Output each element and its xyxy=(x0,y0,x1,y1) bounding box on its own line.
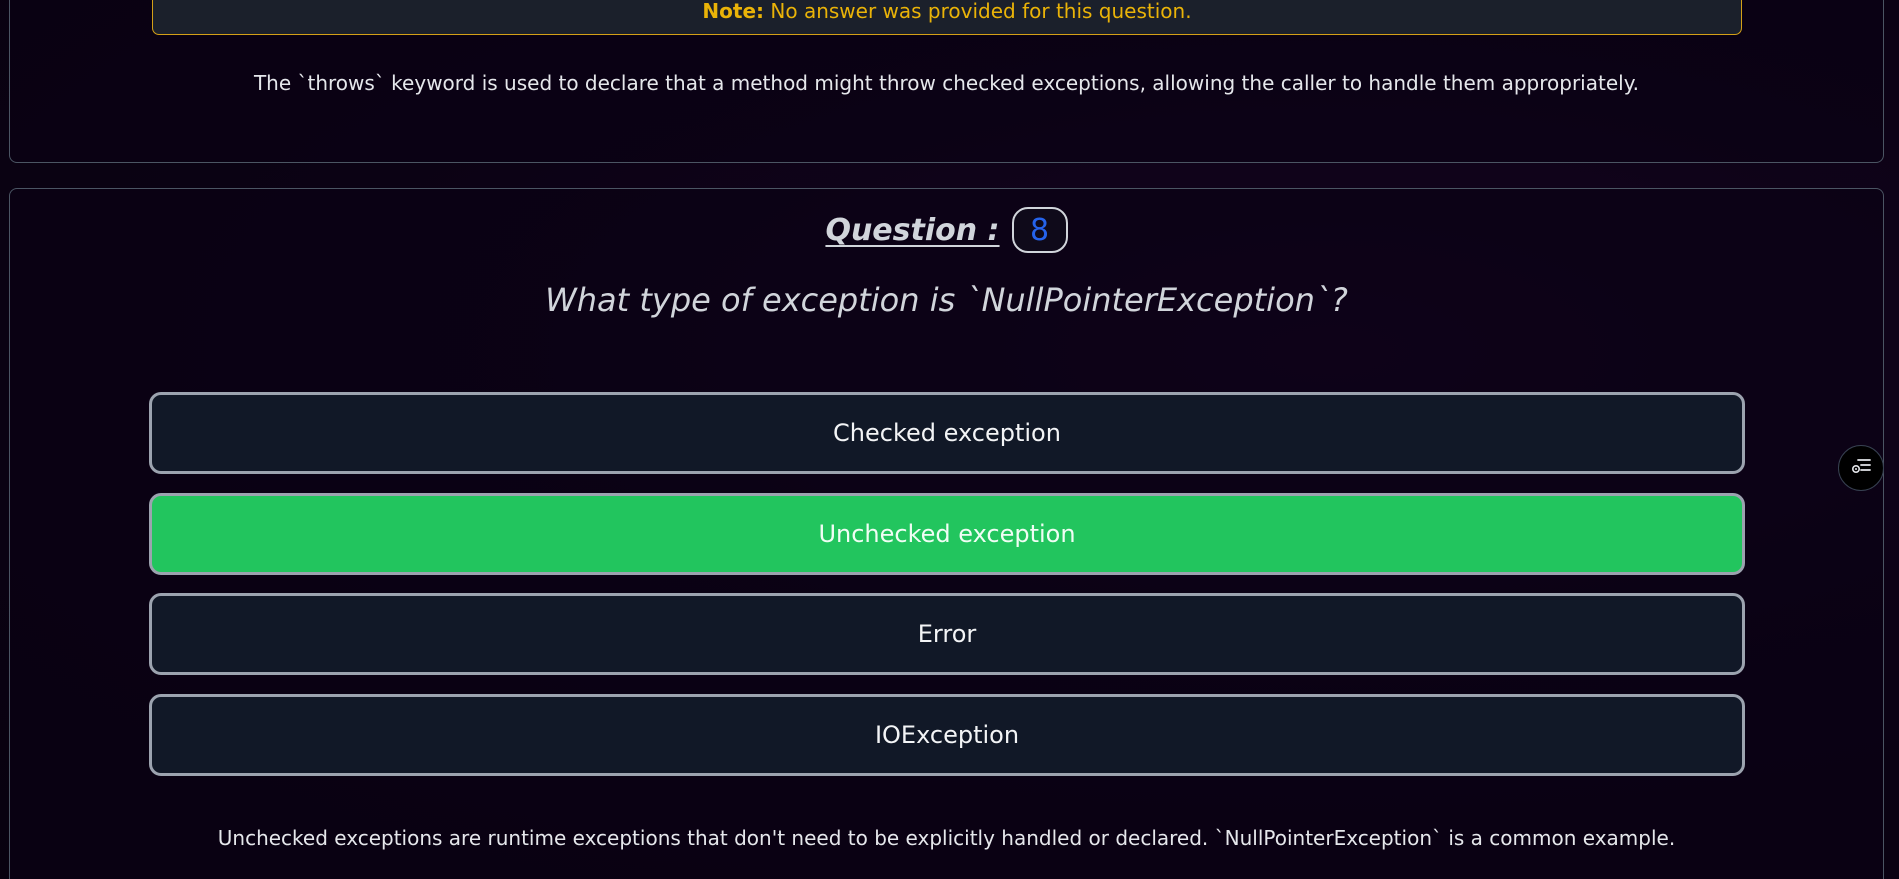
option-error[interactable]: Error xyxy=(149,593,1745,675)
previous-explanation: The `throws` keyword is used to declare … xyxy=(253,71,1640,95)
note-text: No answer was provided for this question… xyxy=(764,0,1192,23)
previous-question-card: Note: No answer was provided for this qu… xyxy=(9,0,1884,163)
option-unchecked-exception[interactable]: Unchecked exception xyxy=(149,493,1745,575)
question-number-badge: 8 xyxy=(1011,207,1068,253)
question-text: What type of exception is `NullPointerEx… xyxy=(545,281,1348,319)
question-list-button[interactable] xyxy=(1838,445,1884,491)
question-card: Question : 8 What type of exception is `… xyxy=(9,188,1884,879)
no-answer-note: Note: No answer was provided for this qu… xyxy=(152,0,1742,35)
question-label: Question : xyxy=(825,212,1000,248)
option-checked-exception[interactable]: Checked exception xyxy=(149,392,1745,474)
question-header: Question : 8 xyxy=(10,207,1883,253)
note-label: Note: xyxy=(702,0,765,23)
list-settings-icon xyxy=(1850,455,1872,481)
option-ioexception[interactable]: IOException xyxy=(149,694,1745,776)
question-explanation: Unchecked exceptions are runtime excepti… xyxy=(217,826,1676,850)
